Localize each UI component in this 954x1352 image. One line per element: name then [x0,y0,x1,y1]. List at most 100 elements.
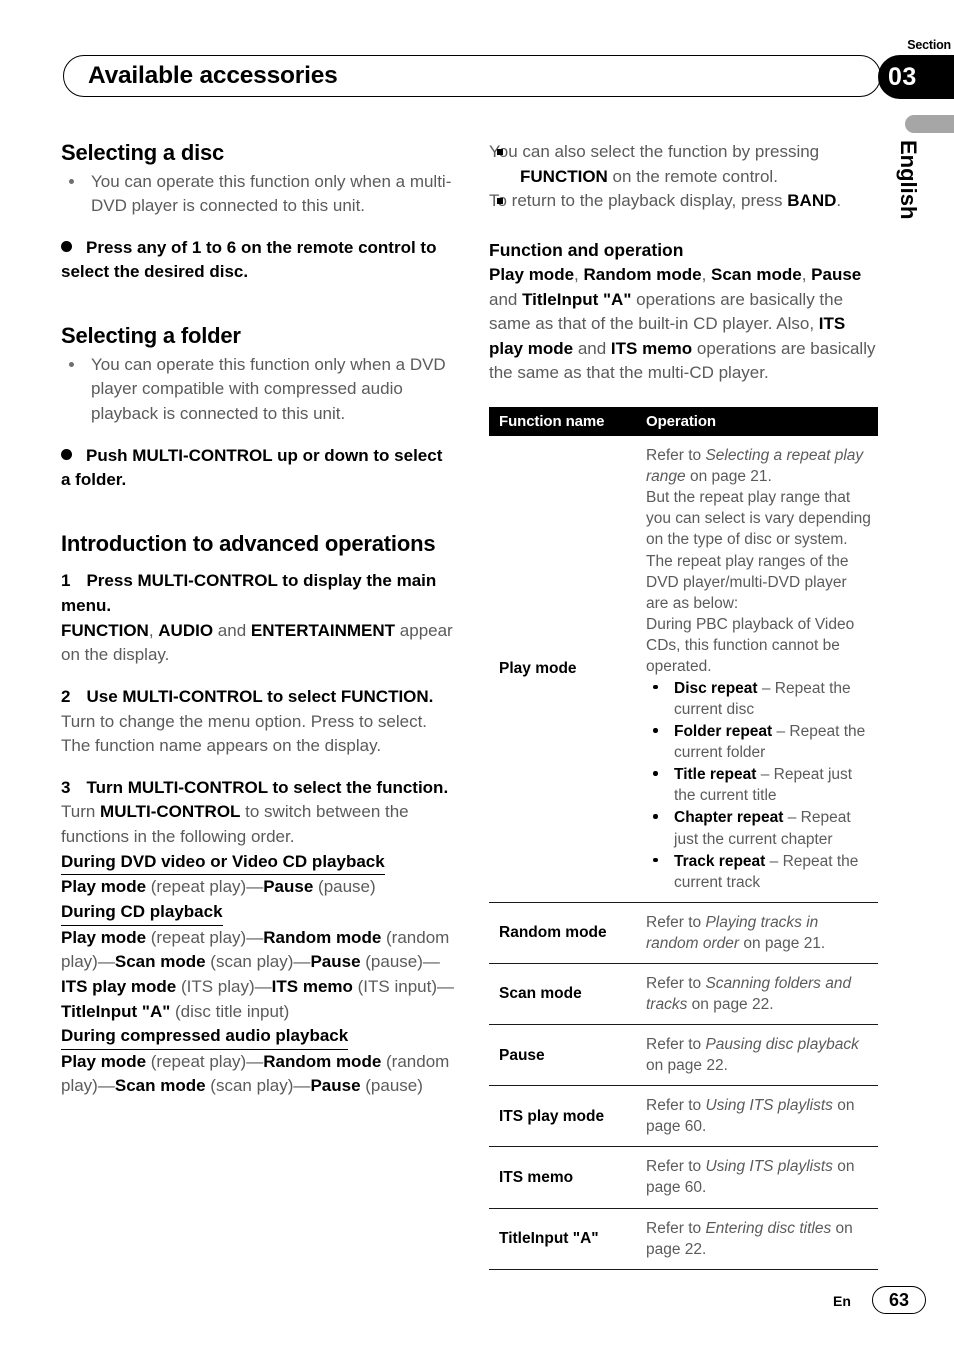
note-band-return: To return to the playback display, press… [489,189,882,214]
language-tab: English [896,140,921,220]
procedure-selecting-a-folder: Push MULTI-CONTROL up or down to select … [61,444,454,493]
kw-band: BAND [787,191,837,211]
bullet-dot-icon [653,857,658,863]
footer-language-code: En [833,1293,851,1309]
note-1-suffix: . [836,191,842,211]
cell-function-name: Scan mode [489,963,636,1026]
cell-function-name: Pause [489,1024,636,1087]
list-item: Folder repeat – Repeat the current folde… [646,721,872,763]
bullet-dot-icon [653,684,658,690]
filled-circle-icon [61,240,72,252]
kw-multi-control: MULTI-CONTROL [100,802,241,822]
cell-function-name: Random mode [489,902,636,964]
cell-operation: Refer to Scanning folders and tracks on … [636,963,878,1026]
list-item: Track repeat – Repeat the current track [646,851,872,893]
step-3-text: Turn MULTI-CONTROL to select the functio… [86,777,449,797]
cell-function-name: TitleInput "A" [489,1208,636,1270]
note-text: You can operate this function only when … [91,171,452,216]
order-sequence-0: Play mode (repeat play)—Pause (pause) [61,877,376,897]
function-operation-paragraph: Play mode, Random mode, Scan mode, Pause… [489,264,876,383]
note-1-prefix: To return to the playback display, press [489,191,788,211]
table-header-row: Function name Operation [489,407,878,437]
filled-circle-icon [61,448,72,460]
repeat-range-list: Disc repeat – Repeat the current disc Fo… [646,678,872,893]
table-row: Play mode Refer to Selecting a repeat pl… [489,436,878,903]
playback-order-group: During compressed audio playback Play mo… [61,1024,454,1099]
margin-gray-bar [905,115,954,133]
footer-page-number-pill: 63 [872,1286,926,1314]
cell-operation: Refer to Entering disc titles on page 22… [636,1208,878,1270]
cell-operation: Refer to Pausing disc playback on page 2… [636,1024,878,1087]
playback-order-group: During DVD video or Video CD playback Pl… [61,850,454,900]
playback-order-list: During DVD video or Video CD playback Pl… [61,850,454,1099]
order-heading-0: During DVD video or Video CD playback [61,850,385,876]
note-selecting-a-disc: You can operate this function only when … [61,170,454,219]
kw-audio: AUDIO [158,620,214,640]
bullet-dot-icon [653,728,658,733]
step-2-body-line-1: Turn to change the menu option. Press to… [61,711,428,731]
procedure-text: Push MULTI-CONTROL up or down to select … [61,445,443,490]
left-column: Selecting a disc You can operate this fu… [61,140,454,1099]
table-row: TitleInput "A" Refer to Entering disc ti… [489,1208,878,1270]
bullet-dot-icon [653,771,658,776]
cell-operation: Refer to Using ITS playlists on page 60. [636,1146,878,1209]
table-row: ITS play mode Refer to Using ITS playlis… [489,1085,878,1148]
list-item: Title repeat – Repeat just the current t… [646,764,872,806]
cell-operation: Refer to Playing tracks in random order … [636,902,878,964]
play-mode-intro: Refer to Selecting a repeat play range o… [646,447,871,675]
section-number: 03 [888,62,917,91]
bullet-dot-icon [69,361,74,367]
step-1-body: FUNCTION, AUDIO and ENTERTAINMENT appear… [61,619,454,668]
table-row: Random mode Refer to Playing tracks in r… [489,902,878,964]
heading-function-and-operation: Function and operation [489,239,684,260]
repeat-term: Chapter repeat [674,809,784,827]
heading-introduction-advanced-operations: Introduction to advanced operations [61,530,436,556]
step-1-title: 1 Press MULTI-CONTROL to display the main… [61,569,454,618]
kw-function-remote: FUNCTION [520,166,608,186]
procedure-text: Press any of 1 to 6 on the remote contro… [61,237,437,282]
kw-entertainment: ENTERTAINMENT [250,620,396,640]
step-3-prefix: Turn [61,802,101,822]
function-operation-table: Function name Operation Play mode Refer … [489,407,878,1270]
square-bullet-icon [497,149,503,155]
table-row: ITS memo Refer to Using ITS playlists on… [489,1146,878,1209]
square-bullet-icon [497,198,503,205]
step-2-title: 2 Use MULTI-CONTROL to select FUNCTION. [61,685,454,710]
table-row: Pause Refer to Pausing disc playback on … [489,1024,878,1087]
right-column: You can also select the function by pres… [489,140,882,1270]
page-title-pill: Available accessories [63,55,881,97]
list-item: Chapter repeat – Repeat just the current… [646,807,872,849]
note-text: You can operate this function only when … [91,354,446,423]
order-sequence-1: Play mode (repeat play)—Random mode (ran… [61,927,454,1021]
step-3-title: 3 Turn MULTI-CONTROL to select the functi… [61,776,454,801]
step-2-number: 2 [61,686,71,706]
bullet-dot-icon [69,178,74,184]
order-sequence-2: Play mode (repeat play)—Random mode (ran… [61,1051,450,1096]
list-item: Disc repeat – Repeat the current disc [646,678,872,720]
repeat-term: Title repeat [674,766,757,784]
page-title: Available accessories [88,62,338,89]
column-header-operation: Operation [636,407,878,437]
cell-function-name: Play mode [489,436,636,903]
cell-function-name: ITS memo [489,1146,636,1209]
step-3-body: Turn MULTI-CONTROL to switch between the… [61,800,454,849]
cell-operation: Refer to Using ITS playlists on page 60. [636,1085,878,1148]
table-body: Play mode Refer to Selecting a repeat pl… [489,436,878,1270]
repeat-term: Track repeat [674,852,766,870]
step-1-number: 1 [61,571,71,591]
cell-function-name: ITS play mode [489,1085,636,1148]
order-heading-2: During compressed audio playback [61,1024,349,1050]
section-label: Section [907,38,951,52]
page-canvas: Section 03 English Available accessories… [0,0,954,1352]
step-3-number: 3 [61,777,71,797]
cell-operation: Refer to Selecting a repeat play range o… [636,436,878,903]
repeat-term: Disc repeat [674,679,758,697]
playback-order-group: During CD playback Play mode (repeat pla… [61,900,454,1024]
note-function-remote: You can also select the function by pres… [489,140,882,189]
column-header-function-name: Function name [489,407,636,437]
heading-selecting-a-folder: Selecting a folder [61,323,241,349]
kw-function: FUNCTION [61,620,149,640]
bullet-dot-icon [653,814,658,819]
sep-2: and [213,620,251,640]
section-number-tab: 03 [878,55,954,99]
